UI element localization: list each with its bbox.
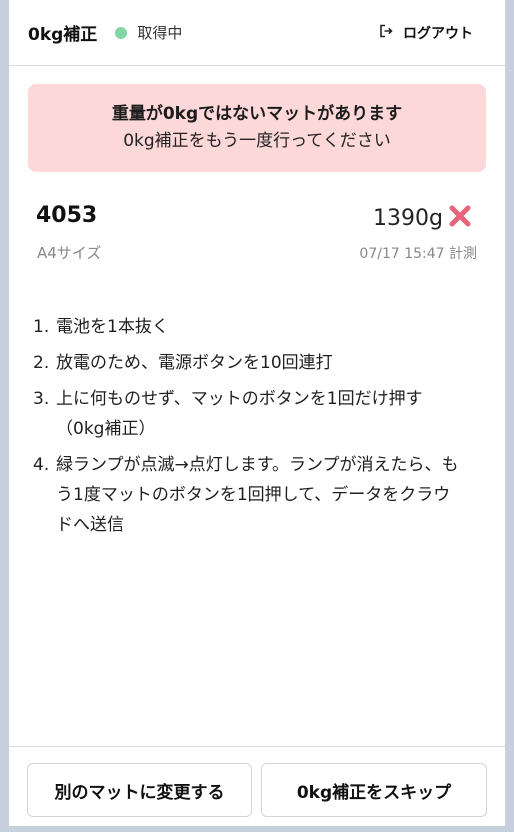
- list-item: 1. 電池を1本抜く: [33, 312, 463, 342]
- step-text: 上に何ものせず、マットのボタンを1回だけ押す（0kg補正）: [56, 389, 423, 439]
- status-indicator: 取得中: [115, 22, 182, 43]
- status-text: 取得中: [137, 24, 183, 42]
- alert-title: 重量が0kgではないマットがあります: [111, 104, 403, 124]
- skip-calibration-button[interactable]: 0kg補正をスキップ: [261, 763, 487, 817]
- step-text: 電池を1本抜く: [56, 317, 169, 337]
- step-number: 3.: [33, 389, 50, 409]
- list-item: 3. 上に何ものせず、マットのボタンを1回だけ押す（0kg補正）: [33, 384, 463, 444]
- step-number: 1.: [33, 317, 50, 337]
- list-item: 2. 放電のため、電源ボタンを10回連打: [33, 348, 463, 378]
- footer-actions: 別のマットに変更する 0kg補正をスキップ: [9, 746, 505, 826]
- alert-message: 0kg補正をもう一度行ってください: [123, 131, 391, 151]
- header: 0kg補正 取得中 ログアウト: [9, 0, 505, 66]
- instruction-list: 1. 電池を1本抜く 2. 放電のため、電源ボタンを10回連打 3. 上に何もの…: [33, 312, 463, 546]
- weight-value: 1390g: [373, 205, 443, 231]
- measured-timestamp: 07/17 15:47 計測: [359, 246, 477, 262]
- weight-reading: 1390g: [373, 203, 473, 233]
- step-text: 緑ランプが点滅→点灯します。ランプが消えたら、もう1度マットのボタンを1回押して…: [56, 455, 459, 535]
- main-panel: 0kg補正 取得中 ログアウト 重量が0kgではないマットがあります 0kg補正…: [9, 0, 505, 826]
- status-dot-icon: [115, 26, 128, 39]
- warning-alert: 重量が0kgではないマットがあります 0kg補正をもう一度行ってください: [28, 84, 486, 172]
- step-number: 2.: [33, 353, 50, 373]
- cross-mark-icon: [447, 203, 473, 233]
- list-item: 4. 緑ランプが点滅→点灯します。ランプが消えたら、もう1度マットのボタンを1回…: [33, 450, 463, 540]
- step-number: 4.: [33, 455, 50, 475]
- step-text: 放電のため、電源ボタンを10回連打: [56, 353, 333, 373]
- mat-id: 4053: [36, 203, 98, 228]
- page-title: 0kg補正: [28, 25, 98, 45]
- logout-button[interactable]: ログアウト: [379, 23, 487, 43]
- logout-label: ログアウト: [403, 25, 473, 42]
- change-mat-button[interactable]: 別のマットに変更する: [27, 763, 252, 817]
- mat-size: A4サイズ: [37, 244, 102, 262]
- logout-icon: [379, 23, 403, 42]
